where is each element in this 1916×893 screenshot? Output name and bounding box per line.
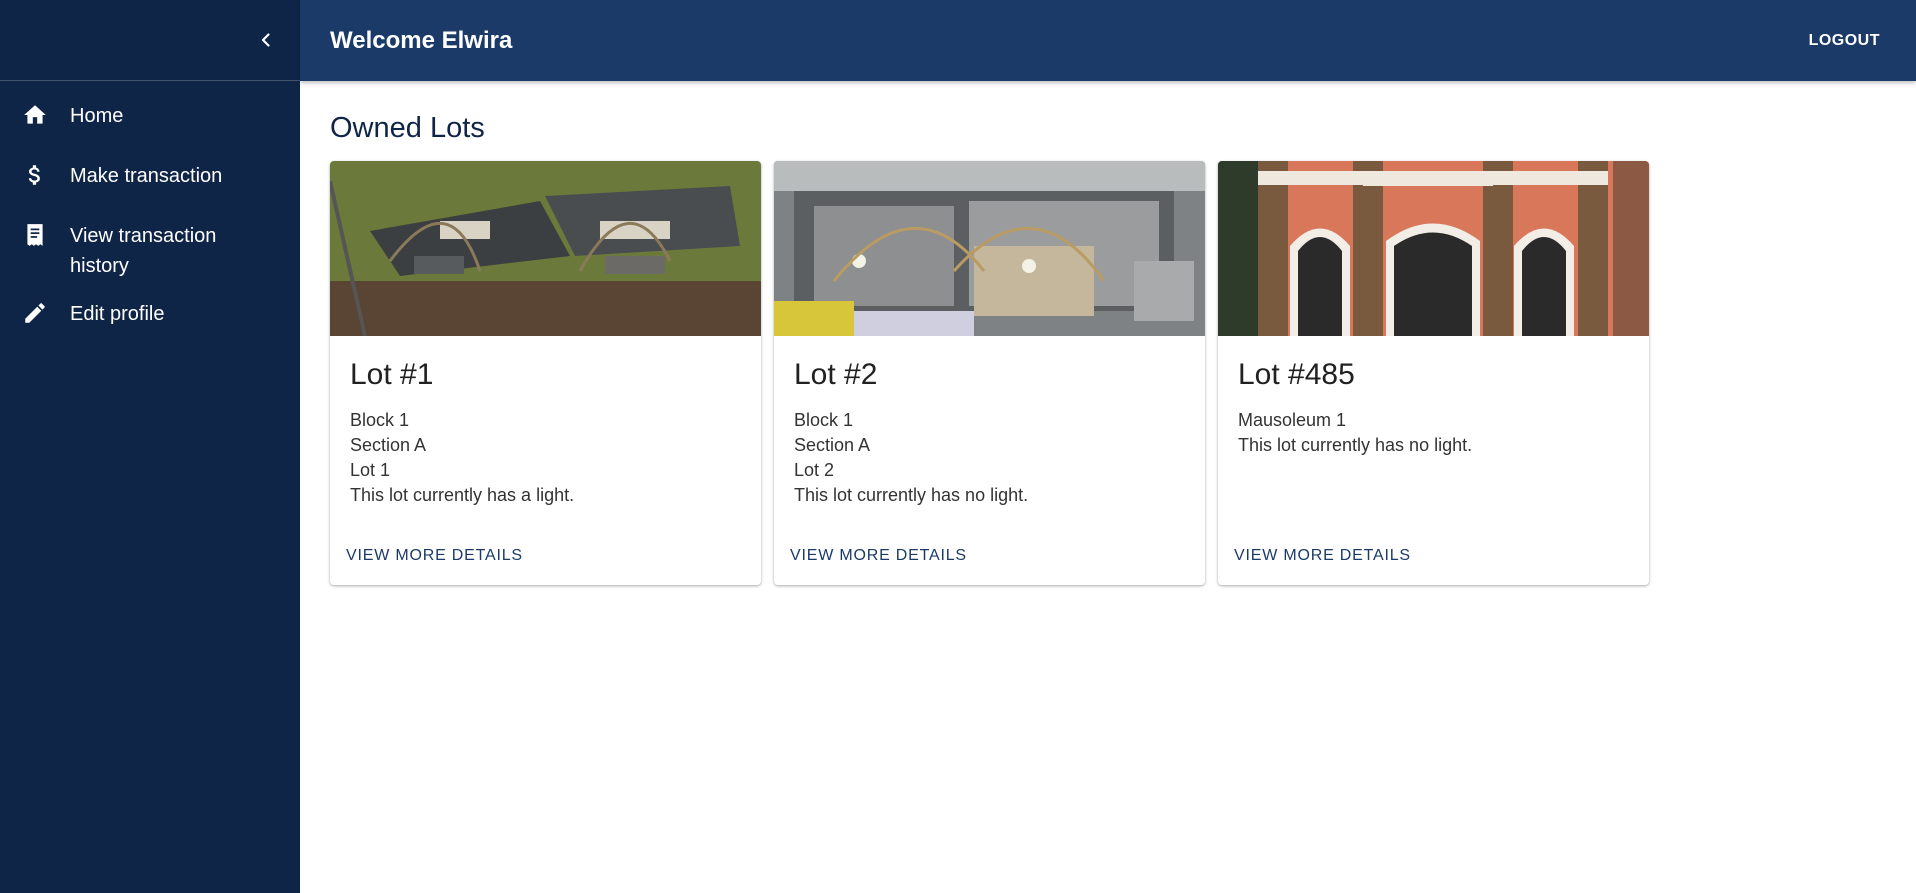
lot-detail-line: This lot currently has a light. <box>350 485 575 505</box>
lot-detail-line: Block 1 <box>794 410 854 430</box>
lot-detail-line: Section A <box>350 435 427 455</box>
lot-photo <box>1218 161 1649 336</box>
lot-detail-line: This lot currently has no light. <box>1238 435 1473 455</box>
lot-card: Lot #2 Block 1 Section A Lot 2 This lot … <box>774 161 1205 585</box>
sidebar-item-label: Edit profile <box>70 303 165 325</box>
lot-card: Lot #485 Mausoleum 1 This lot currently … <box>1218 161 1649 585</box>
lot-cards: Lot #1 Block 1 Section A Lot 1 This lot … <box>330 161 1649 585</box>
main-content: Owned Lots Lot #1 Block 1 Section A Lot … <box>330 112 1649 585</box>
lot-title: Lot #485 <box>1238 358 1355 391</box>
chevron-left-icon[interactable] <box>254 28 278 52</box>
view-more-details-button[interactable]: VIEW MORE DETAILS <box>1234 547 1411 565</box>
receipt-icon <box>22 222 48 248</box>
sidebar-item-edit-profile[interactable]: Edit profile <box>0 289 300 349</box>
lot-detail-line: Mausoleum 1 <box>1238 410 1347 430</box>
dollar-icon <box>22 162 48 188</box>
view-more-details-button[interactable]: VIEW MORE DETAILS <box>790 547 967 565</box>
view-more-details-button[interactable]: VIEW MORE DETAILS <box>346 547 523 565</box>
logout-button[interactable]: LOGOUT <box>1809 32 1880 50</box>
lot-detail-line: This lot currently has no light. <box>794 485 1029 505</box>
sidebar-header <box>0 0 300 81</box>
lot-photo <box>774 161 1205 336</box>
lot-card: Lot #1 Block 1 Section A Lot 1 This lot … <box>330 161 761 585</box>
lot-detail-line: Lot 2 <box>794 460 835 480</box>
lot-title: Lot #1 <box>350 358 434 391</box>
lot-photo <box>330 161 761 336</box>
sidebar-nav: Home Make transaction View transaction h… <box>0 81 300 349</box>
sidebar-item-label: View transaction history <box>70 225 217 277</box>
lot-title: Lot #2 <box>794 358 878 391</box>
home-icon <box>22 102 48 128</box>
page-title: Owned Lots <box>330 112 485 144</box>
lot-detail-line: Lot 1 <box>350 460 391 480</box>
sidebar-item-make-transaction[interactable]: Make transaction <box>0 151 300 211</box>
welcome-title: Welcome Elwira <box>330 26 513 54</box>
lot-detail-line: Section A <box>794 435 871 455</box>
sidebar: Home Make transaction View transaction h… <box>0 0 300 893</box>
lot-detail-line: Block 1 <box>350 410 410 430</box>
pencil-icon <box>22 300 48 326</box>
sidebar-item-label: Make transaction <box>70 165 223 187</box>
app-bar: Welcome Elwira LOGOUT <box>300 0 1916 81</box>
sidebar-item-label: Home <box>70 105 124 127</box>
sidebar-item-home[interactable]: Home <box>0 91 300 151</box>
sidebar-item-view-transaction-history[interactable]: View transaction history <box>0 211 300 289</box>
